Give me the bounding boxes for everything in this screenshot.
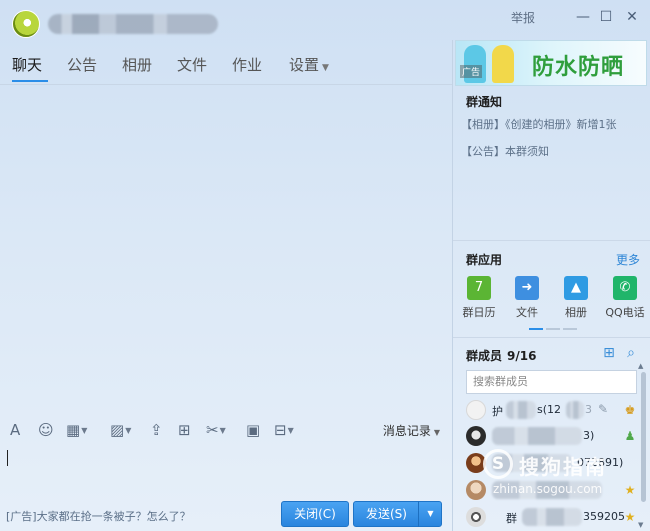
image-icon[interactable]: ▨▼	[110, 420, 131, 440]
member-search-placeholder: 搜索群成员	[473, 375, 528, 388]
tab-settings-label: 设置	[289, 56, 320, 74]
member-name: 群	[506, 512, 517, 525]
close-button[interactable]: 关闭(C)	[281, 501, 349, 527]
notice-item[interactable]: 【公告】本群须知	[461, 143, 549, 159]
ad-banner[interactable]: 广告 防水防晒	[455, 40, 647, 86]
minimize-button[interactable]: —	[574, 8, 592, 26]
member-id-tail: 3	[585, 403, 592, 416]
member-row[interactable]: 3) ♟	[466, 423, 650, 449]
bottom-bar: [广告]大家都在抢一条被子？怎么了？ 关闭(C) 发送(S) ▼	[0, 494, 452, 531]
album-icon: ▲	[564, 276, 588, 300]
gift-icon[interactable]: ⊞	[178, 420, 191, 440]
member-name-suffix: s(12	[537, 403, 562, 416]
tab-chat[interactable]: 聊天	[12, 54, 42, 75]
message-input[interactable]	[0, 446, 452, 494]
font-icon[interactable]: A	[10, 420, 20, 440]
app-album[interactable]: ▲ 相册	[553, 276, 599, 320]
member-name-redacted	[522, 508, 582, 526]
member-name: 护	[492, 405, 503, 418]
ad-tag: 广告	[460, 65, 483, 78]
member-name-redacted	[506, 401, 536, 419]
send-options-chevron-icon[interactable]: ▼	[418, 501, 442, 527]
invite-member-icon[interactable]: ⊞	[601, 345, 617, 361]
member-row[interactable]: 护 s(12 3 ✎ ♚	[466, 397, 650, 423]
search-icon[interactable]: ⌕	[623, 345, 639, 361]
report-link[interactable]: 举报	[511, 9, 535, 26]
divider	[453, 337, 650, 338]
app-label: QQ电话	[605, 306, 645, 319]
apps-page-indicator[interactable]	[563, 328, 577, 330]
tab-homework[interactable]: 作业	[232, 54, 262, 75]
member-name-redacted	[492, 427, 582, 445]
app-qq-call[interactable]: ✆ QQ电话	[602, 276, 648, 320]
group-members-title: 群成员 9/16	[466, 347, 536, 364]
group-notice-title: 群通知	[466, 95, 503, 109]
member-name-redacted	[566, 401, 584, 419]
phone-icon: ✆	[613, 276, 637, 300]
group-apps-title: 群应用	[466, 253, 503, 267]
screenshot-icon[interactable]: ✂▼	[206, 420, 226, 440]
app-label: 群日历	[462, 306, 496, 319]
avatar	[466, 507, 486, 527]
emoji-icon[interactable]: ☺	[38, 420, 54, 440]
group-avatar[interactable]	[12, 10, 40, 38]
raincoat-image	[492, 45, 514, 83]
apps-more-link[interactable]: 更多	[616, 251, 640, 268]
apps-page-indicator[interactable]	[546, 328, 560, 330]
member-id-tail: 3)	[583, 429, 595, 442]
tab-bar: 聊天 公告 相册 文件 作业 设置 ▼	[0, 46, 452, 84]
app-files[interactable]: ➜ 文件	[504, 276, 550, 320]
members-title-label: 群成员	[466, 349, 503, 363]
owner-icon: ♚	[624, 403, 636, 417]
avatar	[466, 426, 486, 446]
message-history-button[interactable]: 消息记录 ▼	[383, 422, 440, 439]
tab-settings[interactable]: 设置 ▼	[289, 54, 329, 75]
watermark-text: 搜狗指南	[519, 455, 607, 479]
app-label: 文件	[516, 306, 538, 319]
active-tab-indicator	[12, 80, 48, 82]
upload-icon[interactable]: ⇪	[150, 420, 163, 440]
member-row[interactable]: 群 359205 ★	[466, 504, 650, 530]
message-history-label: 消息记录	[382, 424, 431, 438]
chevron-down-icon: ▼	[322, 63, 329, 73]
sogou-watermark: S 搜狗指南 zhinan.sogou.com	[483, 449, 643, 504]
maximize-button[interactable]: ☐	[597, 8, 615, 26]
app-label: 相册	[565, 306, 587, 319]
group-name-redacted	[48, 14, 218, 34]
chevron-down-icon: ▼	[433, 428, 440, 437]
divider	[453, 240, 650, 241]
ad-slogan: 防水防晒	[532, 55, 625, 80]
tab-announcement[interactable]: 公告	[67, 54, 97, 75]
tab-album[interactable]: 相册	[122, 54, 152, 75]
apps-page-indicator[interactable]	[529, 328, 543, 330]
avatar	[466, 400, 486, 420]
text-cursor	[7, 450, 8, 466]
close-window-button[interactable]: ✕	[623, 8, 641, 26]
pencil-icon[interactable]: ✎	[598, 402, 612, 416]
send-button-label: 发送(S)	[366, 507, 407, 521]
app-calendar[interactable]: 7 群日历	[456, 276, 502, 320]
shake-icon[interactable]: ▣	[246, 420, 260, 440]
member-id-tail: 359205	[583, 510, 625, 523]
member-count: 9/16	[507, 349, 537, 363]
gif-icon[interactable]: ▦▼	[66, 420, 87, 440]
admin-icon: ♟	[624, 429, 636, 443]
star-icon: ★	[624, 510, 636, 524]
tab-files[interactable]: 文件	[177, 54, 207, 75]
calendar-icon: 7	[467, 276, 491, 300]
sogou-logo-icon: S	[483, 449, 513, 479]
file-icon: ➜	[515, 276, 539, 300]
message-area[interactable]	[0, 84, 452, 414]
member-search-input[interactable]: 搜索群成员	[466, 370, 637, 394]
ad-link[interactable]: [广告]大家都在抢一条被子？怎么了？	[6, 508, 191, 524]
scroll-up-arrow-icon[interactable]: ▲	[638, 362, 643, 370]
notice-item[interactable]: 【相册】《创建的相册》新增1张	[461, 116, 617, 132]
watermark-url: zhinan.sogou.com	[493, 482, 603, 496]
input-toolbar: A ☺ ▦▼ ▨▼ ⇪ ⊞ ✂▼ ▣ ⊟▼ 消息记录 ▼	[0, 414, 452, 446]
more-icon[interactable]: ⊟▼	[274, 420, 294, 440]
scroll-down-arrow-icon[interactable]: ▼	[638, 521, 643, 529]
